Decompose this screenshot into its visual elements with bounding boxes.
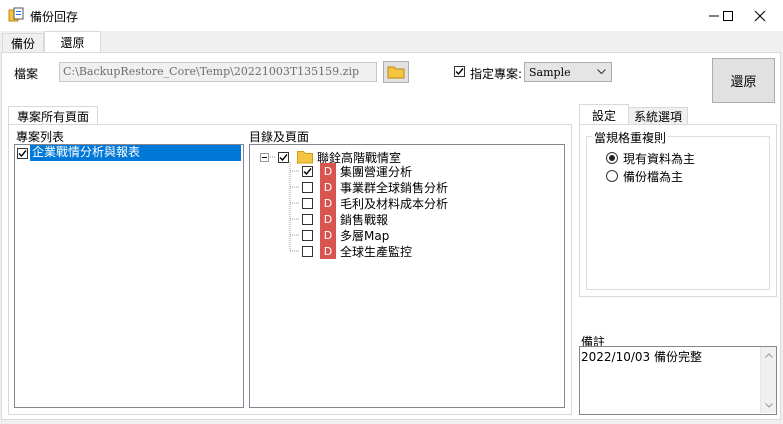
radio-button[interactable] [606, 152, 618, 164]
tab-restore[interactable]: 還原 [44, 31, 101, 53]
specify-project-checkbox[interactable] [454, 66, 465, 77]
browse-folder-button[interactable] [383, 61, 409, 83]
page-label: 多層Map [340, 228, 390, 243]
checkmark-icon [279, 153, 288, 161]
radio-label: 備份檔為主 [623, 169, 684, 184]
dashboard-icon: D [320, 163, 336, 179]
tree-root-checkbox[interactable] [278, 151, 289, 163]
page-label: 毛利及材料成本分析 [340, 196, 449, 211]
folder-icon [387, 66, 405, 79]
window-title: 備份回存 [30, 10, 79, 24]
radio-button[interactable] [606, 170, 618, 182]
page-row[interactable]: D 毛利及材料成本分析 [302, 195, 448, 211]
file-path-field[interactable]: C:\BackupRestore_Core\Temp\20221003T1351… [59, 62, 377, 82]
maximize-icon [723, 10, 733, 21]
page-checkbox[interactable] [302, 165, 313, 177]
scroll-up-icon[interactable] [765, 353, 773, 358]
checkmark-icon [455, 68, 464, 76]
restore-button[interactable]: 還原 [712, 58, 775, 103]
scroll-down-icon[interactable] [765, 403, 773, 408]
specify-project-label: 指定專案: [470, 67, 523, 81]
page-row[interactable]: D 事業群全球銷售分析 [302, 179, 448, 195]
tab-settings[interactable]: 設定 [579, 104, 629, 125]
radio-dot [609, 155, 615, 161]
title-bar [0, 0, 783, 31]
notes-scrollbar[interactable] [760, 347, 776, 413]
project-checkbox[interactable] [17, 148, 28, 159]
project-item[interactable]: 企業戰情分析與報表 [30, 145, 241, 161]
page-row[interactable]: D 全球生產監控 [302, 243, 412, 259]
radio-backup-file[interactable]: 備份檔為主 [606, 168, 683, 184]
radio-label: 現有資料為主 [623, 151, 696, 166]
checkmark-icon [18, 150, 27, 158]
page-label: 銷售戰報 [340, 212, 389, 227]
folder-icon [297, 151, 313, 164]
page-checkbox[interactable] [302, 229, 313, 241]
file-label: 檔案 [14, 67, 39, 81]
page-label: 全球生產監控 [340, 244, 413, 259]
tree-label: 目錄及頁面 [249, 130, 310, 144]
page-row[interactable]: D 集團營運分析 [302, 163, 412, 179]
duplicate-rule-label: 當規格重複則 [592, 129, 669, 146]
app-icon [8, 7, 24, 23]
dashboard-icon: D [320, 243, 336, 259]
page-checkbox[interactable] [302, 245, 313, 257]
dashboard-icon: D [320, 227, 336, 243]
page-row[interactable]: D 銷售戰報 [302, 211, 388, 227]
collapse-icon[interactable] [260, 153, 269, 162]
tab-project-all-pages[interactable]: 專案所有頁面 [8, 106, 98, 125]
tab-backup[interactable]: 備份 [2, 33, 44, 53]
project-select[interactable]: Sample [524, 62, 612, 82]
tab-system-options[interactable]: 系統選項 [628, 107, 688, 125]
notes-text: 2022/10/03 備份完整 [581, 350, 702, 364]
page-checkbox[interactable] [302, 197, 313, 209]
page-label: 集團營運分析 [340, 164, 413, 179]
project-select-value: Sample [529, 66, 571, 79]
project-list[interactable] [14, 144, 244, 408]
dashboard-icon: D [320, 179, 336, 195]
project-list-label: 專案列表 [16, 130, 65, 144]
page-row[interactable]: D 多層Map [302, 227, 389, 243]
close-button[interactable] [737, 0, 783, 31]
close-icon [754, 10, 766, 21]
chevron-down-icon [597, 69, 606, 75]
page-checkbox[interactable] [302, 181, 313, 193]
dashboard-icon: D [320, 211, 336, 227]
checkmark-icon [303, 167, 312, 175]
dashboard-icon: D [320, 195, 336, 211]
page-label: 事業群全球銷售分析 [340, 180, 449, 195]
page-checkbox[interactable] [302, 213, 313, 225]
radio-existing-data[interactable]: 現有資料為主 [606, 150, 773, 166]
